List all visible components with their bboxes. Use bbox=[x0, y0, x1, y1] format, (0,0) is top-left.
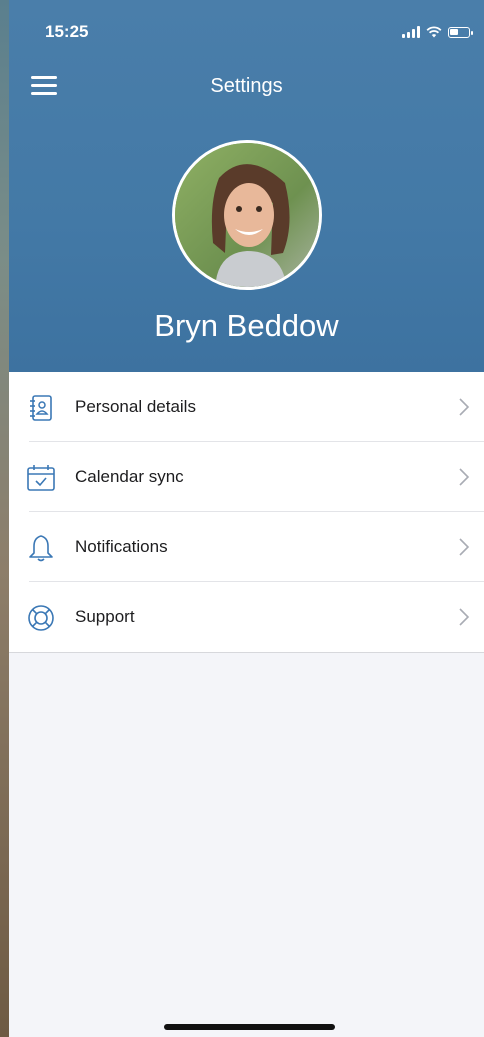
contact-card-icon bbox=[30, 395, 52, 421]
menu-item-label: Notifications bbox=[75, 537, 168, 556]
status-time: 15:25 bbox=[45, 22, 89, 41]
menu-item-label: Personal details bbox=[75, 397, 196, 416]
menu-item-personal-details[interactable]: Personal details bbox=[9, 372, 484, 442]
home-indicator[interactable] bbox=[164, 1024, 335, 1030]
menu-item-support[interactable]: Support bbox=[9, 582, 484, 652]
chevron-right-icon bbox=[459, 608, 470, 626]
battery-icon bbox=[448, 26, 473, 38]
status-icons bbox=[402, 24, 473, 40]
avatar[interactable] bbox=[172, 140, 322, 290]
page-title: Settings bbox=[210, 75, 283, 97]
menu-item-notifications[interactable]: Notifications bbox=[9, 512, 484, 582]
user-name: Bryn Beddow bbox=[154, 308, 339, 343]
settings-menu: Personal details Calendar sync Notificat… bbox=[9, 372, 484, 653]
chevron-right-icon bbox=[459, 538, 470, 556]
cellular-signal-icon bbox=[402, 26, 420, 38]
bell-icon bbox=[29, 535, 53, 562]
chevron-right-icon bbox=[459, 398, 470, 416]
app-screen: 15:25 Settings Bryn Beddow Personal deta… bbox=[9, 0, 484, 1037]
menu-item-calendar-sync[interactable]: Calendar sync bbox=[9, 442, 484, 512]
settings-header: 15:25 Settings Bryn Beddow bbox=[9, 0, 484, 372]
chevron-right-icon bbox=[459, 468, 470, 486]
calendar-check-icon bbox=[27, 465, 55, 491]
lifebuoy-icon bbox=[28, 605, 54, 631]
menu-item-label: Support bbox=[75, 607, 135, 626]
wifi-icon bbox=[426, 26, 442, 38]
menu-item-label: Calendar sync bbox=[75, 467, 184, 486]
